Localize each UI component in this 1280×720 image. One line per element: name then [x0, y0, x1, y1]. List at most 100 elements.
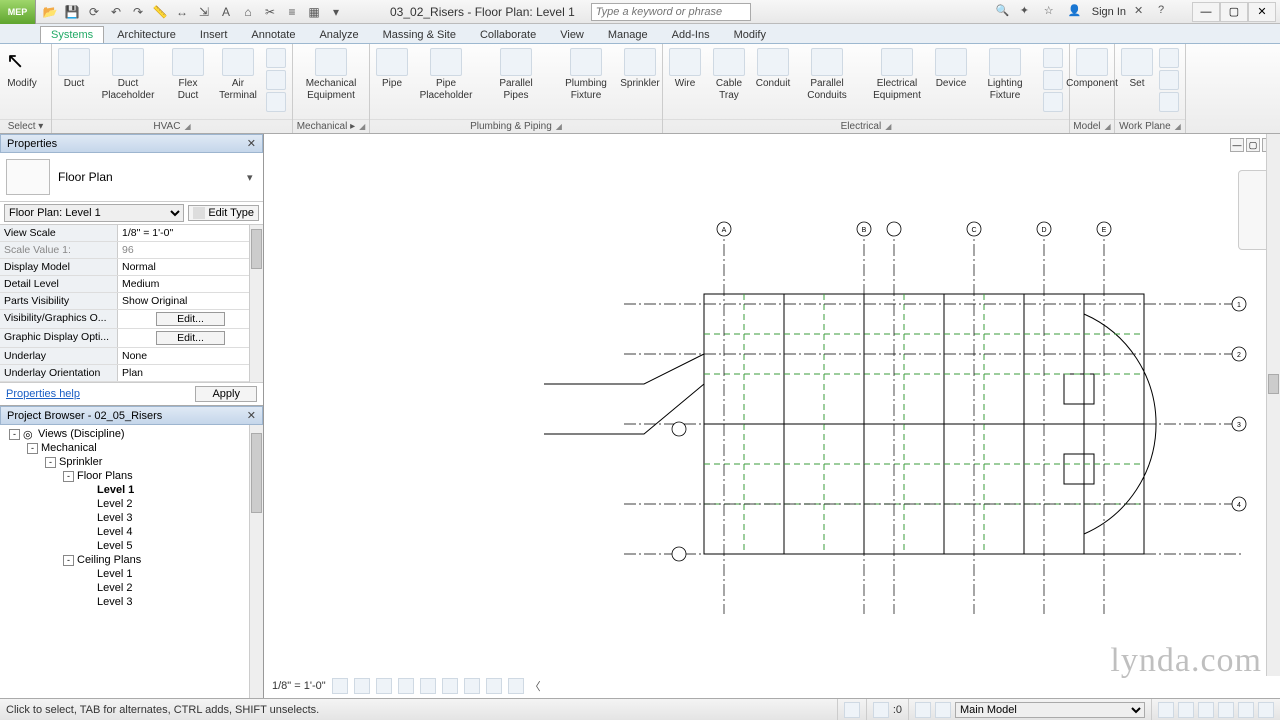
instance-selector[interactable]: Floor Plan: Level 1 [4, 204, 184, 222]
drawing-canvas[interactable]: — ▢ ✕ [264, 134, 1280, 698]
hide-isolate-icon[interactable] [486, 678, 502, 694]
section-icon[interactable]: ✂ [262, 4, 278, 20]
design-options-icon[interactable] [915, 702, 931, 718]
tree-node[interactable]: -Sprinkler [0, 455, 263, 469]
apply-button[interactable]: Apply [195, 386, 257, 402]
expand-icon[interactable]: - [9, 429, 20, 440]
tab-architecture[interactable]: Architecture [106, 26, 187, 43]
parallel-pipes-button[interactable]: ParallelPipes [482, 46, 550, 103]
parallel-conduits-button[interactable]: ParallelConduits [793, 46, 861, 103]
crop-view-icon[interactable] [442, 678, 458, 694]
undo-icon[interactable]: ↶ [108, 4, 124, 20]
select-links-icon[interactable] [1158, 702, 1174, 718]
property-value[interactable]: Show Original [118, 293, 263, 309]
app-menu-button[interactable]: MEP [0, 0, 36, 24]
favorite-icon[interactable]: ☆ [1044, 4, 1060, 20]
main-model-icon[interactable] [935, 702, 951, 718]
property-value[interactable]: 1/8" = 1'-0" [118, 225, 263, 241]
elec-small-2[interactable] [1043, 92, 1063, 112]
select-panel-label[interactable]: Select ▾ [0, 119, 51, 133]
editable-only-icon[interactable] [873, 702, 889, 718]
edit-type-button[interactable]: Edit Type [188, 205, 259, 221]
tree-node[interactable]: Level 3 [0, 511, 263, 525]
minimize-button[interactable]: — [1192, 2, 1220, 22]
reveal-hidden-icon[interactable] [508, 678, 524, 694]
tab-systems[interactable]: Systems [40, 26, 104, 43]
wp-small-0[interactable] [1159, 48, 1179, 68]
set-button[interactable]: Set [1119, 46, 1155, 92]
project-browser-close-button[interactable]: ✕ [247, 409, 256, 422]
duct-placeholder-button[interactable]: DuctPlaceholder [94, 46, 162, 103]
redo-icon[interactable]: ↷ [130, 4, 146, 20]
pipe-placeholder-button[interactable]: PipePlaceholder [412, 46, 480, 103]
crop-region-icon[interactable] [464, 678, 480, 694]
comm-icon[interactable]: ✦ [1020, 4, 1036, 20]
search-icon[interactable]: 🔍 [996, 4, 1012, 20]
property-edit-button[interactable]: Edit... [156, 331, 225, 345]
electrical-equipment-button[interactable]: ElectricalEquipment [863, 46, 931, 103]
switch-windows-icon[interactable]: ▾ [328, 4, 344, 20]
detail-level-icon[interactable] [332, 678, 348, 694]
expand-icon[interactable]: - [45, 457, 56, 468]
conduit-button[interactable]: Conduit [755, 46, 791, 92]
tab-collaborate[interactable]: Collaborate [469, 26, 547, 43]
hvac-small-0[interactable] [266, 48, 286, 68]
sync-icon[interactable]: ⟳ [86, 4, 102, 20]
wp-small-1[interactable] [1159, 70, 1179, 90]
property-value[interactable]: Plan [118, 365, 263, 381]
close-button[interactable]: ✕ [1248, 2, 1276, 22]
tree-node[interactable]: -◎Views (Discipline) [0, 427, 263, 441]
thin-lines-icon[interactable]: ≡ [284, 4, 300, 20]
view-scale-label[interactable]: 1/8" = 1'-0" [272, 680, 326, 692]
save-icon[interactable]: 💾 [64, 4, 80, 20]
property-edit-button[interactable]: Edit... [156, 312, 225, 326]
duct-button[interactable]: Duct [56, 46, 92, 92]
tree-node[interactable]: Level 1 [0, 567, 263, 581]
shadows-icon[interactable] [398, 678, 414, 694]
tree-node[interactable]: Level 3 [0, 595, 263, 609]
tab-modify[interactable]: Modify [723, 26, 777, 43]
measure-icon[interactable]: 📏 [152, 4, 168, 20]
tree-node[interactable]: -Ceiling Plans [0, 553, 263, 567]
component-button[interactable]: Component [1074, 46, 1110, 92]
tab-analyze[interactable]: Analyze [308, 26, 369, 43]
expand-arrow-icon[interactable]: 〈 [530, 678, 541, 694]
visual-style-icon[interactable] [354, 678, 370, 694]
tab-annotate[interactable]: Annotate [240, 26, 306, 43]
hvac-small-2[interactable] [266, 92, 286, 112]
select-face-icon[interactable] [1218, 702, 1234, 718]
properties-scrollbar[interactable] [249, 225, 263, 382]
properties-help-link[interactable]: Properties help [6, 388, 80, 400]
rendering-icon[interactable] [420, 678, 436, 694]
select-pinned-icon[interactable] [1198, 702, 1214, 718]
modify-tool[interactable]: ↖ Modify [4, 46, 40, 92]
sun-path-icon[interactable] [376, 678, 392, 694]
view-minimize-button[interactable]: — [1230, 138, 1244, 152]
hvac-small-1[interactable] [266, 70, 286, 90]
expand-icon[interactable]: - [27, 443, 38, 454]
tree-node[interactable]: Level 4 [0, 525, 263, 539]
design-option-selector[interactable]: Main Model [955, 702, 1145, 718]
maximize-button[interactable]: ▢ [1220, 2, 1248, 22]
expand-icon[interactable]: - [63, 471, 74, 482]
expand-icon[interactable]: - [63, 555, 74, 566]
property-value[interactable]: None [118, 348, 263, 364]
exchange-icon[interactable]: ✕ [1134, 4, 1150, 20]
text-icon[interactable]: A [218, 4, 234, 20]
properties-close-button[interactable]: ✕ [247, 137, 256, 150]
tab-manage[interactable]: Manage [597, 26, 659, 43]
dimension-icon[interactable]: ⇲ [196, 4, 212, 20]
tab-view[interactable]: View [549, 26, 595, 43]
sprinkler-button[interactable]: Sprinkler [622, 46, 658, 92]
wp-small-2[interactable] [1159, 92, 1179, 112]
plumbing-fixture-button[interactable]: PlumbingFixture [552, 46, 620, 103]
worksets-icon[interactable] [844, 702, 860, 718]
tab-massing-site[interactable]: Massing & Site [372, 26, 467, 43]
tree-node[interactable]: Level 1 [0, 483, 263, 497]
close-hidden-icon[interactable]: ▦ [306, 4, 322, 20]
tree-node[interactable]: -Mechanical [0, 441, 263, 455]
help-icon[interactable]: ? [1158, 4, 1174, 20]
tree-node[interactable]: -Floor Plans [0, 469, 263, 483]
cable-tray-button[interactable]: CableTray [705, 46, 753, 103]
view-maximize-button[interactable]: ▢ [1246, 138, 1260, 152]
